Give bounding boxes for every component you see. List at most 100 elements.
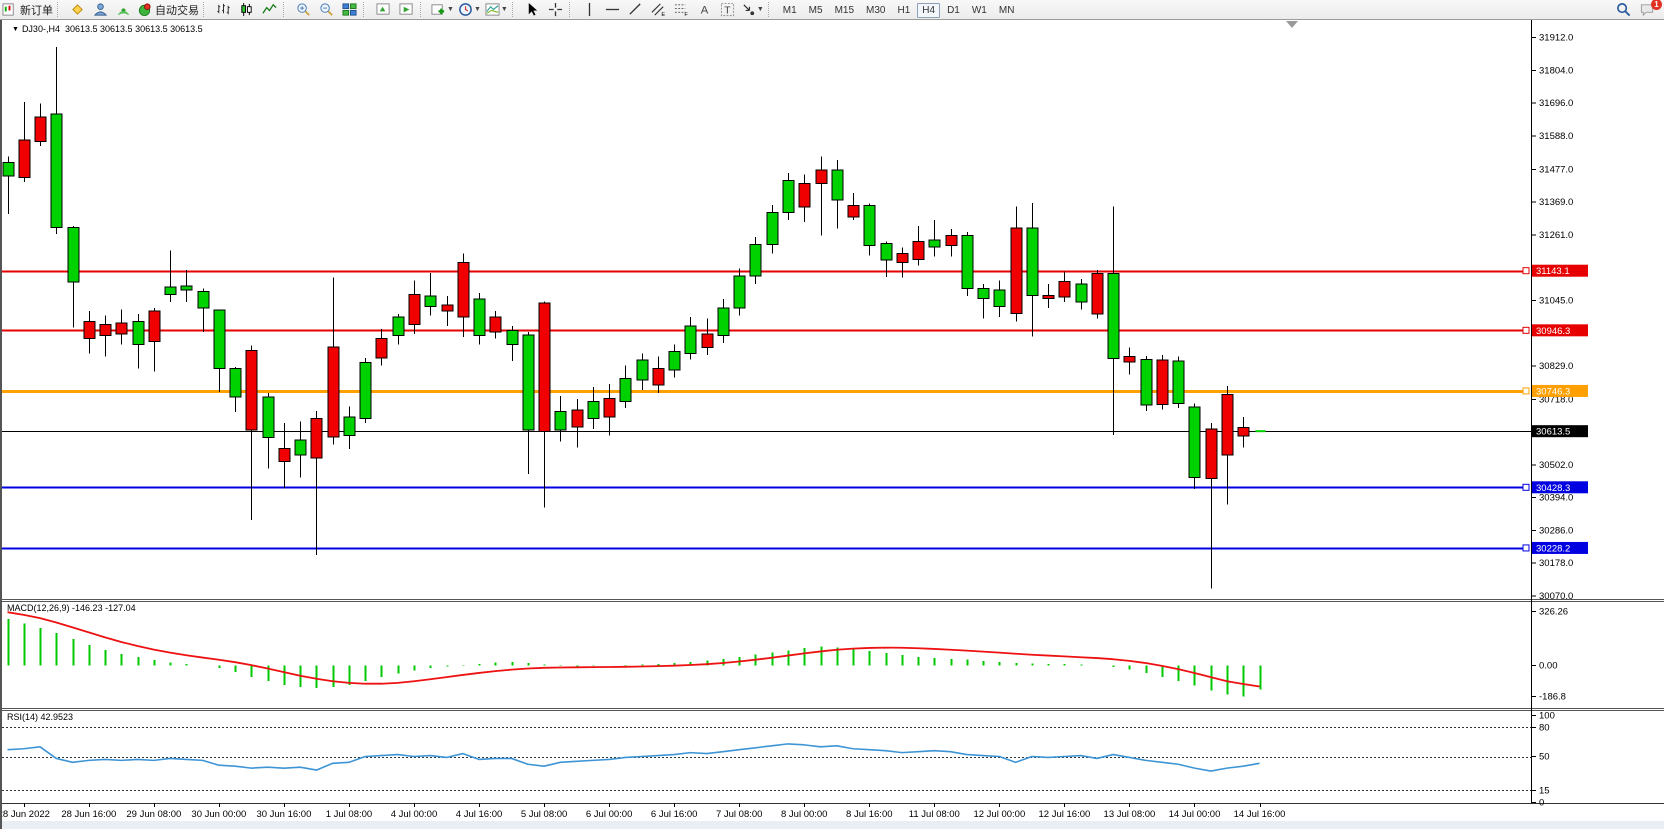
svg-text:30428.3: 30428.3 xyxy=(1536,483,1570,494)
bear-candle xyxy=(1092,273,1103,313)
ohlc-high: 30613.5 xyxy=(100,24,133,34)
bear-candle xyxy=(1011,228,1022,313)
svg-text:0: 0 xyxy=(1539,798,1544,809)
ohlc-open: 30613.5 xyxy=(65,24,98,34)
line-handle xyxy=(1523,545,1529,551)
bull-candle xyxy=(523,335,534,430)
bull-candle xyxy=(1108,273,1119,358)
zoom-out-icon xyxy=(319,2,334,17)
timeframe-w1[interactable]: W1 xyxy=(967,3,992,18)
bull-candle xyxy=(181,286,192,290)
toolbar-grip xyxy=(363,2,370,17)
profile-icon xyxy=(93,2,108,17)
candlestick-chart-icon xyxy=(239,2,254,17)
line-chart-icon xyxy=(262,2,277,17)
bull-candle xyxy=(263,397,274,438)
bull-candle xyxy=(718,308,729,335)
new-chart-button[interactable]: ▼ xyxy=(429,1,456,18)
svg-text:30070.0: 30070.0 xyxy=(1539,591,1573,602)
bar-chart-button[interactable] xyxy=(212,1,235,18)
bull-candle xyxy=(864,205,875,245)
bull-candle xyxy=(685,326,696,353)
timeframe-m1[interactable]: M1 xyxy=(778,3,802,18)
bear-candle xyxy=(702,334,713,348)
auto-trading-button[interactable]: 自动交易 xyxy=(135,1,201,18)
cursor-button[interactable] xyxy=(521,1,544,18)
navigator-button[interactable] xyxy=(395,1,418,18)
chat-button[interactable]: 1 xyxy=(1635,1,1658,18)
line-handle xyxy=(1523,327,1529,333)
text-button[interactable]: A xyxy=(693,1,716,18)
clock-icon xyxy=(458,2,473,17)
svg-text:30613.5: 30613.5 xyxy=(1536,427,1570,438)
zoom-out-button[interactable] xyxy=(315,1,338,18)
period-button[interactable]: ▼ xyxy=(456,1,483,18)
search-button[interactable] xyxy=(1612,1,1635,18)
horizontal-line-button[interactable] xyxy=(601,1,624,18)
line-chart-button[interactable] xyxy=(258,1,281,18)
vertical-line-button[interactable] xyxy=(578,1,601,18)
chart-area[interactable]: 31912.031804.031696.031588.031477.031369… xyxy=(0,19,1664,829)
svg-text:31588.0: 31588.0 xyxy=(1539,131,1573,142)
trading-terminal-window: 新订单 自动交易 xyxy=(0,0,1664,829)
candlestick-chart-button[interactable] xyxy=(235,1,258,18)
bear-candle xyxy=(1206,429,1217,478)
bull-candle xyxy=(68,228,79,283)
timeframe-h1[interactable]: H1 xyxy=(892,3,915,18)
signal-icon xyxy=(116,2,131,17)
bull-candle xyxy=(230,369,241,397)
new-order-icon xyxy=(2,2,17,17)
signal-button[interactable] xyxy=(112,1,135,18)
bull-candle xyxy=(767,213,778,245)
bull-candle xyxy=(425,296,436,307)
zoom-in-button[interactable] xyxy=(292,1,315,18)
bull-candle xyxy=(165,287,176,295)
template-button[interactable]: ▼ xyxy=(483,1,510,18)
svg-text:30502.0: 30502.0 xyxy=(1539,460,1573,471)
timeframe-h4[interactable]: H4 xyxy=(917,3,940,18)
timeframe-group: M1M5M15M30H1H4D1W1MN xyxy=(777,4,1021,16)
current-bar-dash xyxy=(1256,430,1266,432)
bear-candle xyxy=(1043,295,1054,298)
bull-candle xyxy=(750,244,761,276)
svg-text:31143.1: 31143.1 xyxy=(1536,266,1570,277)
bear-candle xyxy=(897,253,908,262)
text-label-button[interactable]: T xyxy=(716,1,739,18)
bull-candle xyxy=(295,440,306,455)
timeframe-mn[interactable]: MN xyxy=(994,3,1020,18)
rsi-value: 42.9523 xyxy=(41,712,74,722)
new-order-button[interactable]: 新订单 xyxy=(0,1,55,18)
timeframe-m5[interactable]: M5 xyxy=(804,3,828,18)
bear-candle xyxy=(100,325,111,336)
crosshair-button[interactable] xyxy=(544,1,567,18)
svg-text:7 Jul 08:00: 7 Jul 08:00 xyxy=(716,809,762,820)
fibonacci-button[interactable]: F xyxy=(670,1,693,18)
svg-text:11 Jul 08:00: 11 Jul 08:00 xyxy=(909,809,960,820)
price-chart-canvas[interactable]: 31912.031804.031696.031588.031477.031369… xyxy=(2,19,1664,829)
data-window-button[interactable] xyxy=(372,1,395,18)
bear-candle xyxy=(246,350,257,430)
svg-text:50: 50 xyxy=(1539,752,1550,763)
toolbar-grip xyxy=(57,2,64,17)
window-bottom-strip xyxy=(2,821,1664,829)
bear-candle xyxy=(116,323,127,334)
bear-candle xyxy=(816,170,827,183)
bull-candle xyxy=(669,352,680,370)
account-button[interactable] xyxy=(89,1,112,18)
timeframe-m30[interactable]: M30 xyxy=(861,3,890,18)
trendline-button[interactable] xyxy=(624,1,647,18)
new-order-label: 新订单 xyxy=(20,2,53,18)
svg-text:28 Jun 16:00: 28 Jun 16:00 xyxy=(61,809,116,820)
channel-button[interactable]: E xyxy=(647,1,670,18)
arrows-button[interactable]: ▼ xyxy=(739,1,766,18)
svg-text:6 Jul 16:00: 6 Jul 16:00 xyxy=(651,809,697,820)
timeframe-m15[interactable]: M15 xyxy=(830,3,859,18)
favorites-button[interactable] xyxy=(66,1,89,18)
svg-text:80: 80 xyxy=(1539,722,1550,733)
bear-candle xyxy=(376,338,387,358)
timeframe-d1[interactable]: D1 xyxy=(942,3,965,18)
bull-candle xyxy=(929,240,940,247)
tile-windows-button[interactable] xyxy=(338,1,361,18)
svg-text:6 Jul 00:00: 6 Jul 00:00 xyxy=(586,809,632,820)
bull-candle xyxy=(3,163,14,177)
